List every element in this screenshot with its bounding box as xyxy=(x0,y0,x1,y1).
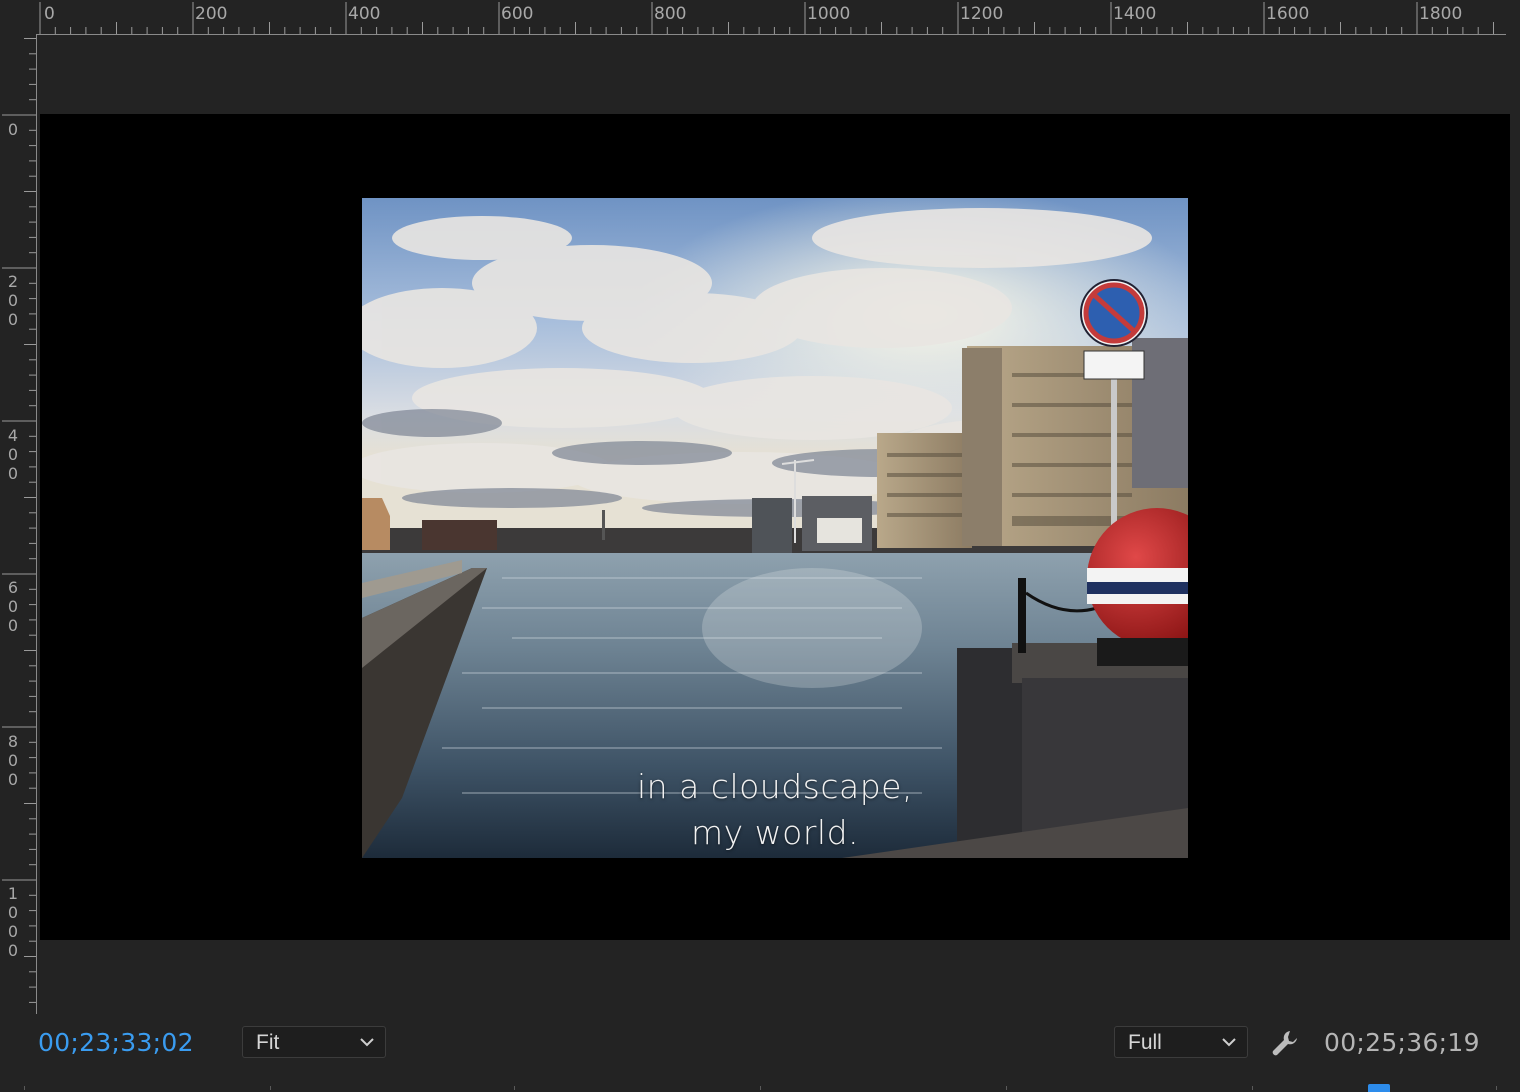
scrub-tick xyxy=(1006,1086,1007,1090)
subtitle-caption: in a cloudscape, my world. xyxy=(362,764,1188,856)
caption-line-1: in a cloudscape, xyxy=(637,767,913,806)
ruler-v-label: 400 xyxy=(7,426,19,483)
ruler-h-label: 600 xyxy=(501,4,534,24)
scrub-tick xyxy=(24,1086,25,1090)
program-canvas[interactable]: in a cloudscape, my world. xyxy=(40,114,1510,940)
zoom-level-value: Fit xyxy=(256,1031,280,1054)
program-monitor-panel: 0 200 400 600 800 1000 1200 1400 1600 18… xyxy=(0,0,1520,1092)
horizontal-ruler[interactable]: 0 200 400 600 800 1000 1200 1400 1600 18… xyxy=(36,0,1506,35)
scrub-tick xyxy=(270,1086,271,1090)
ruler-h-label: 1600 xyxy=(1266,4,1310,24)
duration-timecode: 00;25;36;19 xyxy=(1324,1028,1480,1057)
scrub-tick xyxy=(1252,1086,1253,1090)
ruler-h-label: 1800 xyxy=(1419,4,1463,24)
ruler-h-label: 800 xyxy=(654,4,687,24)
playback-resolution-dropdown[interactable]: Full xyxy=(1114,1026,1248,1058)
video-frame[interactable]: in a cloudscape, my world. xyxy=(362,198,1188,858)
ruler-h-label: 200 xyxy=(195,4,228,24)
chevron-down-icon xyxy=(360,1038,374,1047)
scrub-tick xyxy=(760,1086,761,1090)
ruler-corner xyxy=(0,0,36,34)
playback-resolution-value: Full xyxy=(1128,1031,1162,1054)
ruler-h-label: 1400 xyxy=(1113,4,1157,24)
ruler-h-label: 0 xyxy=(44,4,55,24)
current-timecode[interactable]: 00;23;33;02 xyxy=(38,1028,194,1057)
zoom-level-dropdown[interactable]: Fit xyxy=(242,1026,386,1058)
ruler-h-label: 1200 xyxy=(960,4,1004,24)
scrub-tick xyxy=(1496,1086,1497,1090)
playhead-marker[interactable] xyxy=(1368,1084,1390,1092)
ruler-v-label: 200 xyxy=(7,272,19,329)
ruler-h-label: 1000 xyxy=(807,4,851,24)
ruler-h-label: 400 xyxy=(348,4,381,24)
ruler-v-label: 0 xyxy=(7,120,19,139)
ruler-v-label: 800 xyxy=(7,732,19,789)
vertical-ruler[interactable]: 0 200 400 600 800 1000 xyxy=(0,34,37,1014)
scrub-tick xyxy=(514,1086,515,1090)
video-frame-image xyxy=(362,198,1188,858)
chevron-down-icon xyxy=(1222,1038,1236,1047)
caption-line-2: my world. xyxy=(690,813,860,852)
ruler-v-label: 600 xyxy=(7,578,19,635)
monitor-controls-bar: 00;23;33;02 Fit Full 00;25;36;19 xyxy=(0,1014,1520,1092)
ruler-v-label: 1000 xyxy=(7,884,19,960)
wrench-icon[interactable] xyxy=(1268,1027,1302,1061)
vertical-ruler-ticks xyxy=(2,38,36,1003)
